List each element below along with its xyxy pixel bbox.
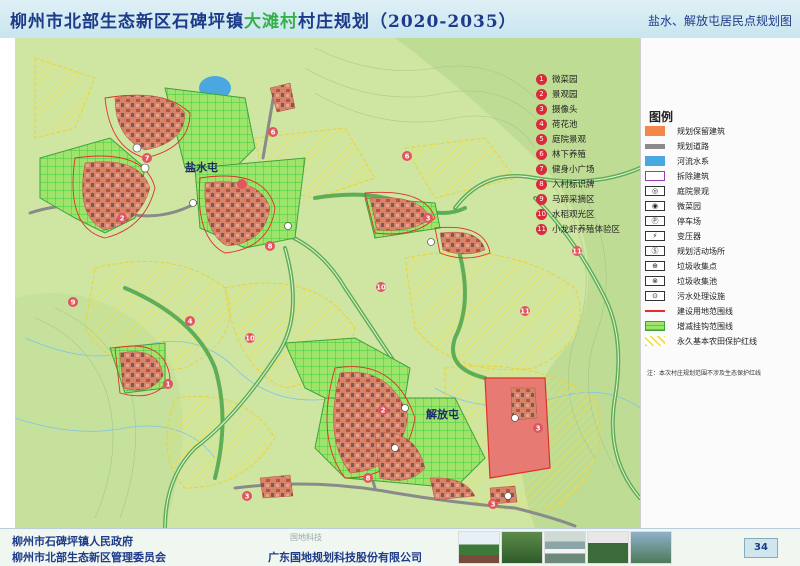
list-item: 2 景观园	[536, 87, 578, 101]
svg-text:2: 2	[381, 407, 386, 415]
thumbnail-photo	[630, 531, 672, 564]
legend-note: 注：本次村庄规划范围不涉及生态保护红线	[647, 370, 762, 377]
legend-item: 建设用地范围线	[645, 304, 733, 318]
svg-text:3: 3	[245, 493, 250, 501]
svg-text:6: 6	[405, 153, 410, 161]
svg-text:3: 3	[536, 425, 541, 433]
footer-org-2: 柳州市北部生态新区管理委员会	[12, 551, 166, 564]
list-item: 10 水稻观光区	[536, 208, 595, 220]
legend-item: Ⓢ 规划活动场所	[645, 244, 725, 258]
legend-item: ⊙ 污水处理设施	[645, 289, 725, 303]
legend-item: ⚡ 变压器	[645, 229, 701, 243]
orange-fill-icon	[645, 126, 665, 136]
svg-text:9: 9	[71, 299, 76, 307]
list-item: 6 林下养殖	[536, 147, 586, 161]
legend-item: ⊗ 垃圾收集池	[645, 274, 717, 288]
company-logo: 国地科技	[290, 533, 322, 542]
activity-area-icon: Ⓢ	[645, 246, 665, 256]
legend-item: 河流水系	[645, 154, 709, 168]
svg-text:2: 2	[120, 215, 125, 223]
legend-panel: 图例 规划保留建筑 规划道路 河流水系 拆除建筑 ◎ 庭院景观 ◉ 微菜园 Ⓟ 停车场…	[640, 38, 800, 528]
thumbnail-photo	[587, 531, 629, 564]
list-item: 9 马蹄采摘区	[536, 192, 595, 206]
trash-point-icon: ⊕	[645, 261, 665, 271]
page-subtitle: 盐水、解放屯居民点规划图	[647, 14, 792, 28]
title-highlight: 大滩村	[244, 12, 298, 32]
svg-text:11: 11	[572, 248, 582, 256]
footer-company: 广东国地规划科技股份有限公司	[268, 551, 422, 564]
svg-text:11: 11	[520, 308, 530, 316]
list-item: 5 庭院景观	[536, 132, 586, 146]
svg-text:1: 1	[166, 381, 171, 389]
svg-text:8: 8	[366, 475, 371, 483]
list-item: 7 健身小广场	[536, 162, 595, 176]
page-number: 34	[744, 538, 778, 558]
title-part1: 柳州市北部生态新区石碑坪镇	[10, 12, 244, 32]
list-item: 11 小龙虾养殖体验区	[536, 223, 621, 235]
svg-text:8: 8	[268, 243, 273, 251]
trash-pool-icon: ⊗	[645, 276, 665, 286]
title-part2: 村庄规划（2020-2035）	[298, 12, 517, 32]
thumbnail-photo	[458, 531, 500, 564]
legend-item: 增减挂钩范围线	[645, 319, 733, 333]
svg-text:10: 10	[376, 284, 386, 292]
svg-text:3: 3	[491, 501, 496, 509]
thumbnail-photo	[544, 531, 586, 564]
demolish-outline-icon	[645, 171, 665, 181]
svg-text:4: 4	[188, 318, 193, 326]
footer: 柳州市石碑坪镇人民政府 柳州市北部生态新区管理委员会 国地科技 广东国地规划科技…	[0, 528, 800, 566]
thumbnail-photo	[501, 531, 543, 564]
legend-item: 规划保留建筑	[645, 124, 725, 138]
legend-item: ◉ 微菜园	[645, 199, 701, 213]
legend-item: 永久基本农田保护红线	[645, 334, 757, 348]
list-item: 8 入村标识牌	[536, 177, 595, 191]
green-grid-icon	[645, 321, 665, 331]
legend-item: 拆除建筑	[645, 169, 709, 183]
village-label-jiefang: 解放屯	[426, 408, 459, 421]
garden-circle-icon: ◉	[645, 201, 665, 211]
sewage-facility-icon: ⊙	[645, 291, 665, 301]
list-item: 1 微菜园	[536, 72, 578, 86]
courtyard-circle-icon: ◎	[645, 186, 665, 196]
red-boundary-line-icon	[645, 310, 665, 312]
legend-item: 规划道路	[645, 139, 709, 153]
village-label-yanshui: 盐水屯	[185, 161, 218, 174]
parking-icon: Ⓟ	[645, 216, 665, 226]
svg-text:6: 6	[271, 129, 276, 137]
water-fill-icon	[645, 156, 665, 166]
svg-text:10: 10	[245, 335, 255, 343]
transformer-lightning-icon: ⚡	[645, 231, 665, 241]
header-bar: 柳州市北部生态新区石碑坪镇大滩村村庄规划（2020-2035） 盐水、解放屯居民…	[0, 0, 800, 38]
yellow-hatch-icon	[645, 336, 665, 346]
svg-text:3: 3	[426, 215, 431, 223]
svg-text:7: 7	[145, 155, 150, 163]
footer-org-1: 柳州市石碑坪镇人民政府	[12, 535, 133, 548]
page-title: 柳州市北部生态新区石碑坪镇大滩村村庄规划（2020-2035）	[10, 7, 517, 32]
legend-item: ⊕ 垃圾收集点	[645, 259, 717, 273]
legend-item: ◎ 庭院景观	[645, 184, 709, 198]
legend-title: 图例	[649, 110, 674, 124]
road-line-icon	[645, 143, 665, 149]
legend-item: Ⓟ 停车场	[645, 214, 701, 228]
list-item: 3 摄像头	[536, 102, 578, 116]
list-item: 4 荷花池	[536, 117, 578, 131]
